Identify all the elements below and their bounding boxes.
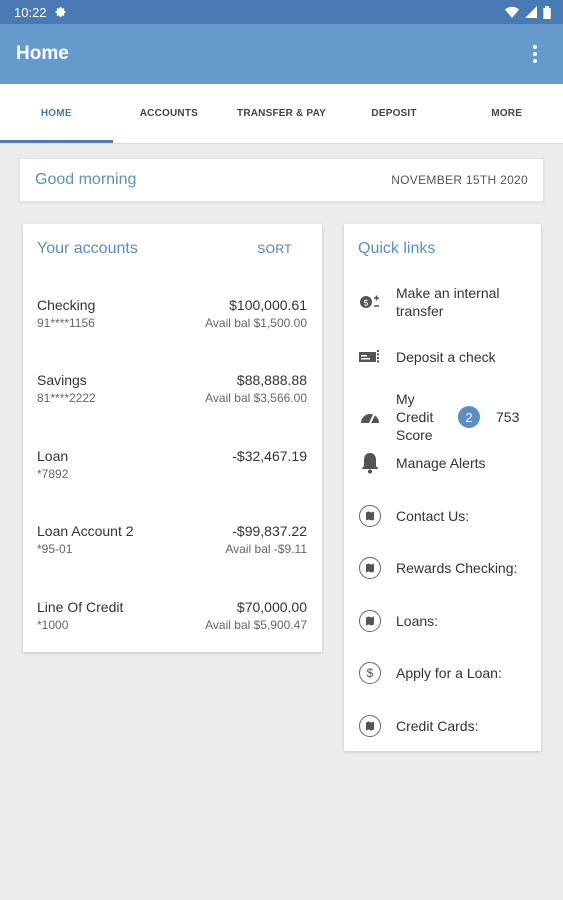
- quick-link-label: Contact Us:: [396, 508, 470, 524]
- account-number: 91****1156: [37, 316, 95, 330]
- account-name: Checking: [37, 297, 96, 313]
- quick-link-label: Credit Cards:: [396, 718, 479, 734]
- map-icon: [358, 609, 382, 633]
- bell-icon: [358, 451, 382, 475]
- map-icon: [358, 556, 382, 580]
- map-icon: [358, 714, 382, 738]
- quick-link-apply-loan[interactable]: $ Apply for a Loan:: [358, 661, 529, 685]
- sort-button[interactable]: SORT: [257, 242, 292, 256]
- greeting-text: Good morning: [35, 171, 137, 188]
- account-row[interactable]: Line Of Credit *1000 $70,000.00 Avail ba…: [37, 599, 307, 639]
- accounts-card: Your accounts SORT Checking 91****1156 $…: [23, 224, 322, 652]
- account-name: Loan: [37, 448, 69, 464]
- wifi-icon: [505, 6, 519, 18]
- account-number: *7892: [37, 467, 69, 481]
- status-bar: 10:22: [0, 0, 563, 24]
- account-row[interactable]: Loan *7892 -$32,467.19: [37, 448, 307, 488]
- account-available-balance: Avail bal $5,900.47: [205, 618, 307, 632]
- battery-icon: [543, 5, 551, 19]
- account-row[interactable]: Loan Account 2 *95-01 -$99,837.22 Avail …: [37, 523, 307, 563]
- quick-link-label: Apply for a Loan:: [396, 665, 502, 681]
- account-number: *95-01: [37, 542, 73, 556]
- tab-home[interactable]: HOME: [0, 84, 113, 143]
- tab-more[interactable]: MORE: [450, 84, 563, 143]
- quick-links-card: Quick links $ Make an internal transfer …: [344, 224, 541, 751]
- quick-link-label: Manage Alerts: [396, 455, 486, 471]
- quick-link-credit-score[interactable]: My Credit Score 2 753: [358, 390, 529, 444]
- credit-score-value: 753: [496, 409, 520, 425]
- overflow-menu-icon[interactable]: [523, 39, 547, 69]
- account-balance: -$99,837.22: [232, 523, 307, 539]
- account-available-balance: Avail bal $3,566.00: [205, 391, 307, 405]
- quick-link-credit-cards[interactable]: Credit Cards:: [358, 714, 529, 738]
- account-number: *1000: [37, 618, 69, 632]
- account-balance: -$32,467.19: [232, 448, 307, 464]
- transfer-icon: $: [358, 290, 382, 314]
- account-name: Line Of Credit: [37, 599, 124, 615]
- accounts-title: Your accounts: [37, 240, 138, 257]
- account-name: Savings: [37, 372, 87, 388]
- greeting-date: NOVEMBER 15TH 2020: [391, 173, 528, 187]
- signal-icon: [525, 6, 537, 18]
- quick-link-label: Loans:: [396, 613, 439, 629]
- app-bar: Home: [0, 24, 563, 84]
- map-icon: [358, 504, 382, 528]
- account-balance: $70,000.00: [236, 599, 307, 615]
- tab-bar: HOME ACCOUNTS TRANSFER & PAY DEPOSIT MOR…: [0, 84, 563, 144]
- svg-text:$: $: [363, 299, 369, 309]
- quick-link-label: My Credit Score: [396, 391, 434, 443]
- speedometer-icon: [358, 405, 382, 429]
- account-balance: $100,000.61: [229, 297, 307, 313]
- status-time: 10:22: [14, 4, 47, 20]
- account-name: Loan Account 2: [37, 523, 134, 539]
- quick-link-manage-alerts[interactable]: Manage Alerts: [358, 451, 529, 475]
- quick-link-deposit-check[interactable]: Deposit a check: [358, 345, 529, 369]
- account-available-balance: Avail bal $1,500.00: [205, 316, 307, 330]
- credit-score-badge: 2: [458, 406, 480, 428]
- tab-transfer-pay[interactable]: TRANSFER & PAY: [225, 84, 338, 143]
- quick-link-loans[interactable]: Loans:: [358, 609, 529, 633]
- greeting-card: Good morning NOVEMBER 15TH 2020: [19, 158, 544, 202]
- tab-deposit[interactable]: DEPOSIT: [338, 84, 451, 143]
- quick-link-label: Deposit a check: [396, 349, 496, 365]
- check-deposit-icon: [358, 345, 382, 369]
- account-balance: $88,888.88: [236, 372, 307, 388]
- quick-link-contact-us[interactable]: Contact Us:: [358, 504, 529, 528]
- quick-link-rewards-checking[interactable]: Rewards Checking:: [358, 556, 529, 580]
- account-row[interactable]: Checking 91****1156 $100,000.61 Avail ba…: [37, 297, 307, 337]
- quick-link-transfer[interactable]: $ Make an internal transfer: [358, 284, 529, 320]
- quick-link-label: Rewards Checking:: [396, 560, 518, 576]
- tab-accounts[interactable]: ACCOUNTS: [113, 84, 226, 143]
- quick-link-label: Make an internal transfer: [396, 285, 500, 319]
- page-title: Home: [16, 43, 69, 64]
- settings-icon: [55, 7, 66, 17]
- account-row[interactable]: Savings 81****2222 $88,888.88 Avail bal …: [37, 372, 307, 412]
- dollar-icon: $: [358, 661, 382, 685]
- quick-links-title: Quick links: [358, 240, 436, 257]
- account-available-balance: Avail bal -$9.11: [225, 542, 307, 556]
- account-number: 81****2222: [37, 391, 96, 405]
